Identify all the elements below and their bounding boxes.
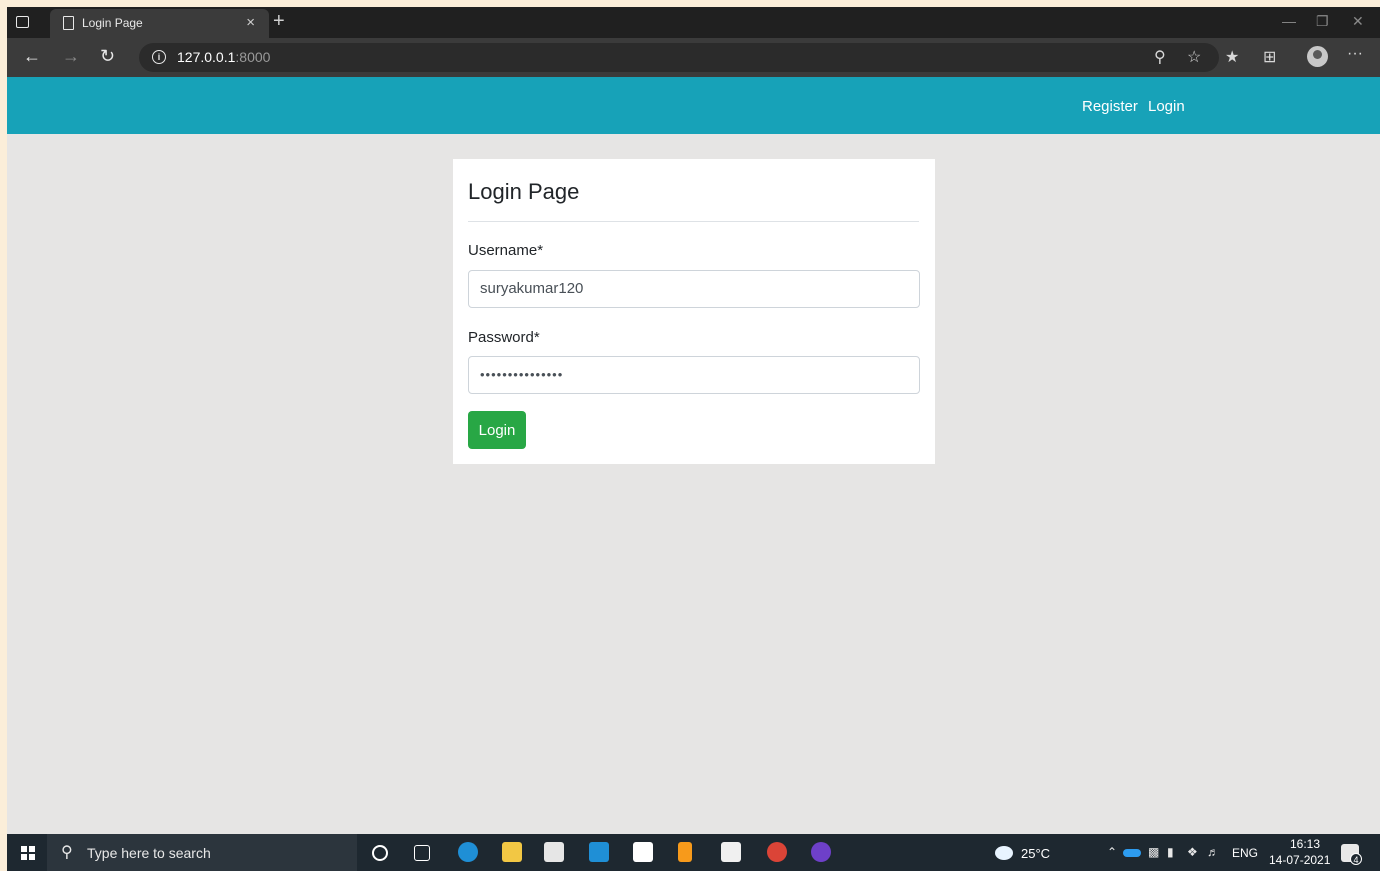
- search-icon: ⚲: [61, 844, 73, 861]
- profile-avatar-icon[interactable]: [1307, 46, 1328, 67]
- windows-taskbar: ⚲ Type here to search 25°C ⌃ ▩ ▮ ❖ ♬ ENG…: [7, 834, 1380, 871]
- nav-link-login[interactable]: Login: [1148, 98, 1185, 115]
- favorites-icon[interactable]: ★: [1225, 47, 1239, 67]
- clock-time[interactable]: 16:13: [1290, 837, 1320, 851]
- refresh-icon[interactable]: ↻: [100, 46, 115, 67]
- username-input[interactable]: suryakumar120: [468, 270, 920, 308]
- search-placeholder: Type here to search: [87, 845, 211, 861]
- browser-tab-strip: Login Page × + — ❐ ✕: [7, 7, 1380, 38]
- battery-icon[interactable]: ▮: [1167, 845, 1174, 859]
- browser-tab[interactable]: Login Page ×: [50, 9, 269, 38]
- tab-actions-icon[interactable]: [16, 16, 29, 28]
- show-hidden-icons-icon[interactable]: ⌃: [1107, 845, 1117, 859]
- terminal-icon[interactable]: [721, 842, 741, 862]
- site-navbar: Register Login: [7, 77, 1380, 134]
- sublime-icon[interactable]: [678, 842, 692, 862]
- store-icon[interactable]: [544, 842, 564, 862]
- site-info-icon[interactable]: i: [152, 50, 166, 64]
- edge-icon[interactable]: [458, 842, 478, 862]
- file-explorer-icon[interactable]: [502, 842, 522, 862]
- tab-title: Login Page: [82, 16, 143, 30]
- page-icon: [63, 16, 74, 30]
- clock-date[interactable]: 14-07-2021: [1269, 853, 1330, 867]
- forward-icon[interactable]: →: [62, 46, 80, 67]
- taskbar-search[interactable]: ⚲ Type here to search: [47, 834, 357, 871]
- add-favorite-icon[interactable]: ☆: [1187, 47, 1201, 67]
- github-desktop-icon[interactable]: [811, 842, 831, 862]
- onedrive-icon[interactable]: [1123, 849, 1141, 857]
- window-close-icon[interactable]: ✕: [1352, 13, 1364, 30]
- weather-temp[interactable]: 25°C: [1021, 846, 1050, 861]
- login-card: Login Page Username* suryakumar120 Passw…: [453, 159, 935, 464]
- more-options-icon[interactable]: ···: [1347, 45, 1363, 63]
- volume-icon[interactable]: ♬: [1207, 845, 1219, 859]
- url-text: 127.0.0.1:8000: [177, 49, 270, 65]
- collections-icon[interactable]: ⊞: [1263, 47, 1276, 67]
- divider: [468, 221, 919, 222]
- nav-link-register[interactable]: Register: [1082, 98, 1138, 115]
- new-tab-icon[interactable]: +: [273, 10, 285, 33]
- mail-icon[interactable]: [589, 842, 609, 862]
- weather-icon[interactable]: [995, 846, 1013, 860]
- password-input[interactable]: •••••••••••••••: [468, 356, 920, 394]
- task-view-icon[interactable]: [414, 845, 430, 861]
- page-viewport: Register Login Login Page Username* sury…: [7, 77, 1380, 834]
- cortana-icon[interactable]: [372, 845, 388, 861]
- url-port: :8000: [235, 49, 271, 65]
- page-title: Login Page: [468, 179, 580, 204]
- notification-count: 4: [1350, 853, 1362, 865]
- gift-app-icon[interactable]: [633, 842, 653, 862]
- url-host: 127.0.0.1: [177, 49, 236, 65]
- back-icon[interactable]: ←: [23, 46, 41, 67]
- tab-close-icon[interactable]: ×: [246, 14, 255, 31]
- username-label: Username*: [468, 242, 544, 259]
- address-input[interactable]: i 127.0.0.1:8000: [139, 43, 1219, 72]
- language-indicator[interactable]: ENG: [1232, 846, 1258, 860]
- restore-icon[interactable]: ❐: [1316, 13, 1329, 30]
- wifi-icon[interactable]: ❖: [1187, 845, 1198, 859]
- chrome-icon[interactable]: [767, 842, 787, 862]
- notification-center-icon[interactable]: 4: [1341, 844, 1362, 865]
- windows-start-icon[interactable]: [21, 846, 35, 860]
- key-icon[interactable]: ⚲: [1154, 47, 1166, 67]
- device-icon[interactable]: ▩: [1148, 845, 1159, 859]
- address-bar-row: ← → ↻ i 127.0.0.1:8000 ⚲ ☆ ★ ⊞ ···: [7, 38, 1380, 77]
- minimize-icon[interactable]: —: [1282, 13, 1296, 29]
- password-label: Password*: [468, 329, 540, 346]
- login-button[interactable]: Login: [468, 411, 526, 449]
